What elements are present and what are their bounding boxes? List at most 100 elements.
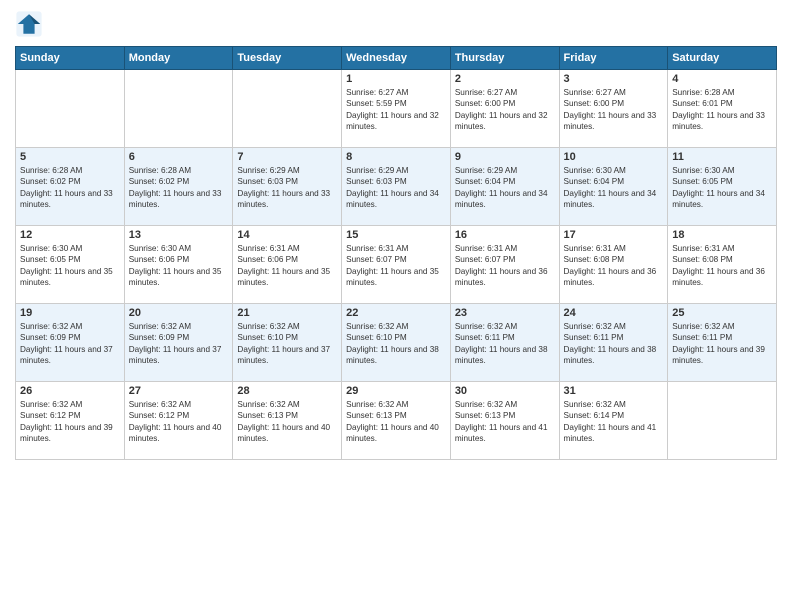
day-info: Sunrise: 6:29 AM Sunset: 6:04 PM Dayligh… (455, 165, 555, 211)
day-number: 6 (129, 151, 229, 163)
calendar-cell: 1 Sunrise: 6:27 AM Sunset: 5:59 PM Daylig… (342, 70, 451, 148)
calendar-cell: 4Sunrise: 6:28 AM Sunset: 6:01 PM Daylig… (668, 70, 777, 148)
calendar-cell: 14Sunrise: 6:31 AM Sunset: 6:06 PM Dayli… (233, 226, 342, 304)
day-info: Sunrise: 6:31 AM Sunset: 6:07 PM Dayligh… (455, 243, 555, 289)
day-number: 11 (672, 151, 772, 163)
calendar-cell: 29Sunrise: 6:32 AM Sunset: 6:13 PM Dayli… (342, 382, 451, 460)
calendar-cell: 7Sunrise: 6:29 AM Sunset: 6:03 PM Daylig… (233, 148, 342, 226)
calendar-cell: 28 Sunrise: 6:32 AM Sunset: 6:13 PM Dayli… (233, 382, 342, 460)
day-number: 25 (672, 307, 772, 319)
day-info: Sunrise: 6:32 AM Sunset: 6:09 PM Dayligh… (129, 321, 229, 367)
calendar-table: SundayMondayTuesdayWednesdayThursdayFrid… (15, 46, 777, 460)
day-number: 12 (20, 229, 120, 241)
calendar-cell: 23 Sunrise: 6:32 AM Sunset: 6:11 PM Dayli… (450, 304, 559, 382)
day-number: 20 (129, 307, 229, 319)
day-info: Sunrise: 6:28 AM Sunset: 6:02 PM Dayligh… (20, 165, 120, 211)
week-row-0: 1 Sunrise: 6:27 AM Sunset: 5:59 PM Daylig… (16, 70, 777, 148)
week-row-1: 5 Sunrise: 6:28 AM Sunset: 6:02 PM Daylig… (16, 148, 777, 226)
day-number: 26 (20, 385, 120, 397)
day-info: Sunrise: 6:32 AM Sunset: 6:11 PM Dayligh… (455, 321, 555, 367)
day-info: Sunrise: 6:28 AM Sunset: 6:02 PM Dayligh… (129, 165, 229, 211)
day-number: 30 (455, 385, 555, 397)
day-number: 31 (564, 385, 664, 397)
col-header-thursday: Thursday (450, 47, 559, 70)
day-info: Sunrise: 6:29 AM Sunset: 6:03 PM Dayligh… (346, 165, 446, 211)
day-number: 17 (564, 229, 664, 241)
day-number: 27 (129, 385, 229, 397)
day-number: 10 (564, 151, 664, 163)
calendar-cell: 27 Sunrise: 6:32 AM Sunset: 6:12 PM Dayli… (124, 382, 233, 460)
day-info: Sunrise: 6:32 AM Sunset: 6:10 PM Dayligh… (346, 321, 446, 367)
calendar-cell: 30 Sunrise: 6:32 AM Sunset: 6:13 PM Dayli… (450, 382, 559, 460)
day-number: 7 (237, 151, 337, 163)
calendar-cell: 16 Sunrise: 6:31 AM Sunset: 6:07 PM Dayli… (450, 226, 559, 304)
day-info: Sunrise: 6:28 AM Sunset: 6:01 PM Dayligh… (672, 87, 772, 133)
calendar-cell (233, 70, 342, 148)
day-info: Sunrise: 6:32 AM Sunset: 6:13 PM Dayligh… (346, 399, 446, 445)
day-number: 1 (346, 73, 446, 85)
day-info: Sunrise: 6:32 AM Sunset: 6:11 PM Dayligh… (672, 321, 772, 367)
calendar-cell: 9 Sunrise: 6:29 AM Sunset: 6:04 PM Daylig… (450, 148, 559, 226)
day-number: 2 (455, 73, 555, 85)
calendar-cell: 5 Sunrise: 6:28 AM Sunset: 6:02 PM Daylig… (16, 148, 125, 226)
calendar-cell: 6 Sunrise: 6:28 AM Sunset: 6:02 PM Daylig… (124, 148, 233, 226)
day-number: 14 (237, 229, 337, 241)
calendar-cell: 3Sunrise: 6:27 AM Sunset: 6:00 PM Daylig… (559, 70, 668, 148)
calendar-cell: 22 Sunrise: 6:32 AM Sunset: 6:10 PM Dayli… (342, 304, 451, 382)
day-info: Sunrise: 6:31 AM Sunset: 6:08 PM Dayligh… (672, 243, 772, 289)
calendar-cell: 13 Sunrise: 6:30 AM Sunset: 6:06 PM Dayli… (124, 226, 233, 304)
day-number: 9 (455, 151, 555, 163)
day-info: Sunrise: 6:30 AM Sunset: 6:05 PM Dayligh… (20, 243, 120, 289)
logo-icon (15, 10, 43, 38)
day-info: Sunrise: 6:27 AM Sunset: 6:00 PM Dayligh… (455, 87, 555, 133)
calendar-cell: 20 Sunrise: 6:32 AM Sunset: 6:09 PM Dayli… (124, 304, 233, 382)
col-header-tuesday: Tuesday (233, 47, 342, 70)
calendar-cell: 17 Sunrise: 6:31 AM Sunset: 6:08 PM Dayli… (559, 226, 668, 304)
day-number: 23 (455, 307, 555, 319)
calendar-cell: 12 Sunrise: 6:30 AM Sunset: 6:05 PM Dayli… (16, 226, 125, 304)
calendar-cell: 21Sunrise: 6:32 AM Sunset: 6:10 PM Dayli… (233, 304, 342, 382)
calendar-cell: 10 Sunrise: 6:30 AM Sunset: 6:04 PM Dayli… (559, 148, 668, 226)
day-info: Sunrise: 6:30 AM Sunset: 6:05 PM Dayligh… (672, 165, 772, 211)
day-number: 21 (237, 307, 337, 319)
day-info: Sunrise: 6:32 AM Sunset: 6:13 PM Dayligh… (455, 399, 555, 445)
logo (15, 10, 47, 38)
calendar-cell: 18 Sunrise: 6:31 AM Sunset: 6:08 PM Dayli… (668, 226, 777, 304)
day-number: 28 (237, 385, 337, 397)
calendar-cell: 19Sunrise: 6:32 AM Sunset: 6:09 PM Dayli… (16, 304, 125, 382)
calendar-cell: 11 Sunrise: 6:30 AM Sunset: 6:05 PM Dayli… (668, 148, 777, 226)
col-header-wednesday: Wednesday (342, 47, 451, 70)
day-info: Sunrise: 6:32 AM Sunset: 6:12 PM Dayligh… (20, 399, 120, 445)
day-info: Sunrise: 6:32 AM Sunset: 6:12 PM Dayligh… (129, 399, 229, 445)
col-header-saturday: Saturday (668, 47, 777, 70)
day-number: 8 (346, 151, 446, 163)
day-number: 5 (20, 151, 120, 163)
calendar-cell: 31 Sunrise: 6:32 AM Sunset: 6:14 PM Dayli… (559, 382, 668, 460)
week-row-2: 12 Sunrise: 6:30 AM Sunset: 6:05 PM Dayli… (16, 226, 777, 304)
calendar-cell (668, 382, 777, 460)
day-info: Sunrise: 6:31 AM Sunset: 6:08 PM Dayligh… (564, 243, 664, 289)
calendar-cell: 15Sunrise: 6:31 AM Sunset: 6:07 PM Dayli… (342, 226, 451, 304)
calendar-cell: 25 Sunrise: 6:32 AM Sunset: 6:11 PM Dayli… (668, 304, 777, 382)
day-number: 13 (129, 229, 229, 241)
page: SundayMondayTuesdayWednesdayThursdayFrid… (0, 0, 792, 612)
day-number: 24 (564, 307, 664, 319)
calendar-cell (124, 70, 233, 148)
week-row-3: 19 Sunrise: 6:32 AM Sunset: 6:09 PM Dayli… (16, 304, 777, 382)
day-number: 18 (672, 229, 772, 241)
header (15, 10, 777, 38)
day-info: Sunrise: 6:30 AM Sunset: 6:04 PM Dayligh… (564, 165, 664, 211)
day-info: Sunrise: 6:32 AM Sunset: 6:13 PM Dayligh… (237, 399, 337, 445)
day-number: 19 (20, 307, 120, 319)
day-number: 3 (564, 73, 664, 85)
col-header-monday: Monday (124, 47, 233, 70)
day-info: Sunrise: 6:32 AM Sunset: 6:14 PM Dayligh… (564, 399, 664, 445)
calendar-cell: 2 Sunrise: 6:27 AM Sunset: 6:00 PM Daylig… (450, 70, 559, 148)
col-header-sunday: Sunday (16, 47, 125, 70)
day-info: Sunrise: 6:30 AM Sunset: 6:06 PM Dayligh… (129, 243, 229, 289)
day-number: 16 (455, 229, 555, 241)
day-info: Sunrise: 6:27 AM Sunset: 5:59 PM Dayligh… (346, 87, 446, 133)
calendar-cell: 26 Sunrise: 6:32 AM Sunset: 6:12 PM Dayli… (16, 382, 125, 460)
calendar-cell: 24Sunrise: 6:32 AM Sunset: 6:11 PM Dayli… (559, 304, 668, 382)
day-number: 22 (346, 307, 446, 319)
